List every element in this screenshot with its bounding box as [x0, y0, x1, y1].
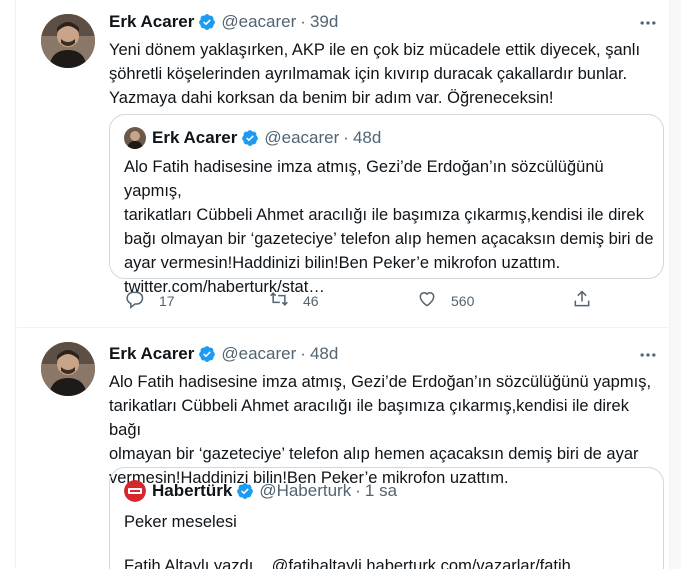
retweet-icon [269, 289, 289, 312]
timestamp[interactable]: 39d [310, 11, 338, 33]
tweet-actions: 17 46 560 [109, 289, 629, 319]
tweet-header: Erk Acarer @eacarer · 39d [109, 11, 338, 33]
author-name[interactable]: Erk Acarer [109, 11, 194, 33]
tweet[interactable]: Erk Acarer @eacarer · 48d Alo Fatih hadi… [17, 329, 669, 569]
timestamp[interactable]: 48d [310, 343, 338, 365]
reply-icon [125, 289, 145, 312]
quoted-tweet-text: Peker meselesi [124, 513, 237, 531]
quoted-tweet-header: Habertürk @Haberturk · 1 sa [124, 480, 397, 502]
reply-count: 17 [159, 292, 175, 309]
quoted-timestamp: 1 sa [364, 481, 398, 500]
heart-icon [417, 289, 437, 312]
verified-badge-icon [241, 129, 259, 147]
separator: · [300, 12, 306, 31]
like-button[interactable]: 560 [417, 289, 474, 312]
retweet-button[interactable]: 46 [269, 289, 319, 312]
quoted-tweet-text-continued: Fatih Altaylı yazdı... @fatihaltayli hab… [124, 557, 585, 569]
left-column-edge [0, 0, 16, 569]
tweet-header: Erk Acarer @eacarer · 48d [109, 343, 338, 365]
tweet-text: Yeni dönem yaklaşırken, AKP ile en çok b… [109, 41, 641, 107]
quoted-author-name: Erk Acarer [152, 128, 238, 147]
haberturk-logo-icon [124, 480, 146, 502]
profile-photo-icon [41, 14, 95, 68]
share-button[interactable] [572, 289, 592, 312]
quoted-author-handle: @Haberturk [259, 481, 352, 500]
separator: · [343, 128, 349, 147]
profile-photo-icon [41, 342, 95, 396]
like-count: 560 [451, 292, 475, 309]
verified-badge-icon [198, 13, 216, 31]
avatar[interactable] [41, 14, 95, 68]
quoted-author-handle: @eacarer [264, 128, 340, 147]
quoted-timestamp: 48d [352, 128, 382, 147]
author-handle[interactable]: @eacarer [221, 11, 296, 33]
separator: · [300, 344, 306, 363]
separator: · [355, 481, 361, 500]
more-options-icon[interactable] [637, 344, 659, 366]
share-icon [572, 289, 592, 312]
quoted-tweet-text: Alo Fatih hadisesine imza atmış, Gezi’de… [124, 158, 654, 296]
right-scroll-gutter[interactable] [669, 0, 681, 569]
avatar[interactable] [41, 342, 95, 396]
quoted-tweet[interactable]: Erk Acarer @eacarer · 48d Alo Fatih hadi… [109, 114, 664, 296]
quoted-tweet-header: Erk Acarer @eacarer · 48d [124, 127, 381, 149]
verified-badge-icon [236, 482, 254, 500]
quoted-avatar [124, 127, 146, 149]
quoted-tweet[interactable]: Habertürk @Haberturk · 1 sa Peker mesele… [109, 467, 664, 569]
quoted-author-name: Habertürk [152, 481, 233, 500]
verified-badge-icon [198, 345, 216, 363]
tweet[interactable]: Erk Acarer @eacarer · 39d Yeni dönem yak… [17, 0, 669, 328]
more-options-icon[interactable] [637, 12, 659, 34]
author-name[interactable]: Erk Acarer [109, 343, 194, 365]
reply-button[interactable]: 17 [125, 289, 175, 312]
retweet-count: 46 [303, 292, 319, 309]
author-handle[interactable]: @eacarer [221, 343, 296, 365]
